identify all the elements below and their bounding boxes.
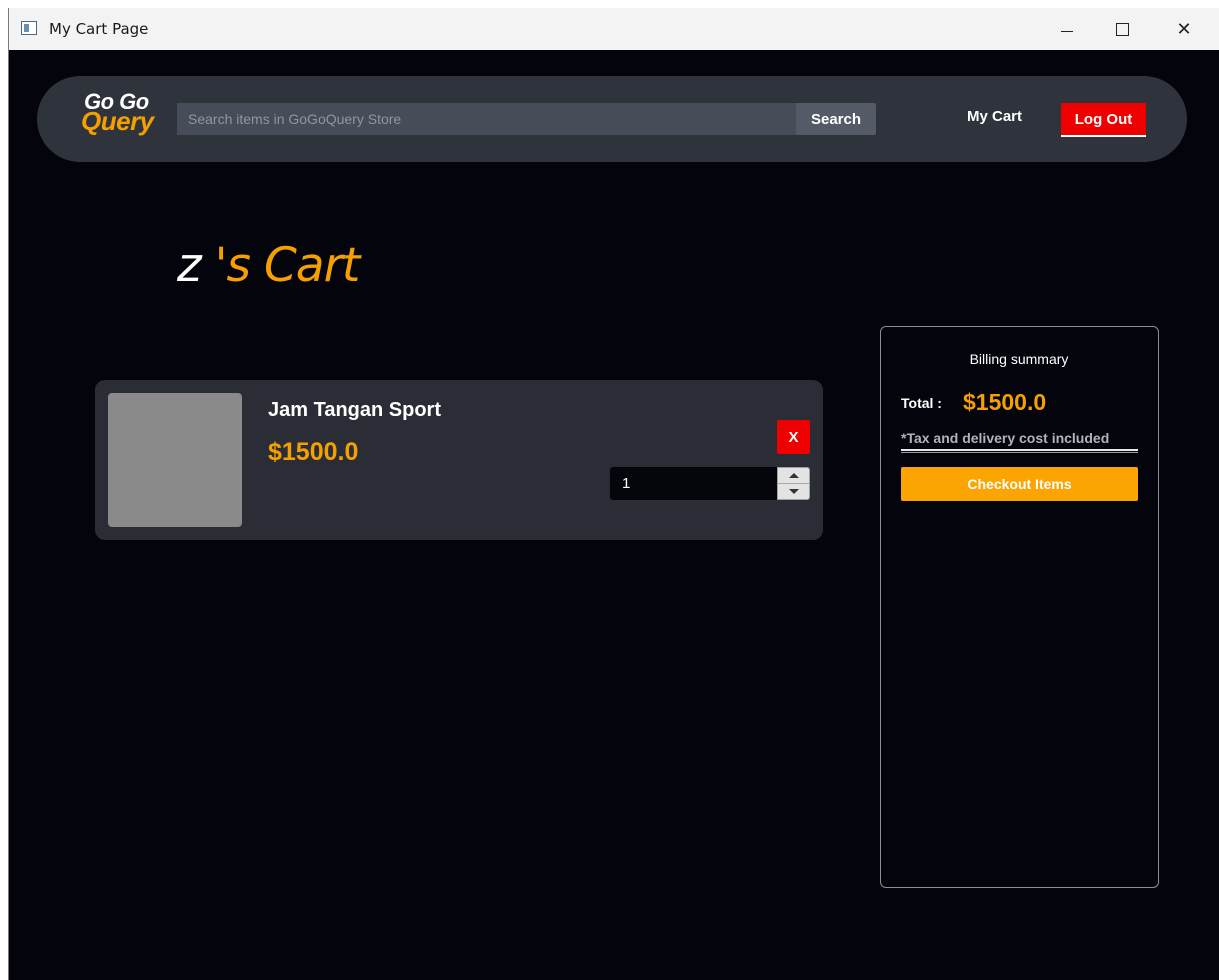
- quantity-decrement-button[interactable]: [778, 484, 809, 500]
- minimize-button[interactable]: [1039, 8, 1095, 50]
- window-title: My Cart Page: [49, 20, 149, 38]
- total-value: $1500.0: [963, 389, 1047, 415]
- billing-summary-title: Billing summary: [969, 351, 1069, 367]
- quantity-stepper: [777, 467, 810, 500]
- quantity-input[interactable]: [610, 467, 778, 500]
- cart-item-card: Jam Tangan Sport $1500.0 X: [95, 380, 823, 540]
- maximize-icon: [1115, 22, 1129, 36]
- minimize-icon: [1061, 30, 1073, 32]
- search-button[interactable]: Search: [796, 103, 876, 135]
- app-window: My Cart Page ✕ Go Go Query Search My Car…: [8, 8, 1219, 980]
- gogoquery-logo[interactable]: Go Go Query: [81, 91, 171, 141]
- maximize-button[interactable]: [1094, 8, 1150, 50]
- app-window-icon: [21, 21, 37, 35]
- page-title: z 's Cart: [177, 238, 361, 293]
- checkout-button[interactable]: Checkout Items: [901, 467, 1138, 501]
- cart-owner-name: z: [177, 238, 202, 293]
- quantity-increment-button[interactable]: [778, 468, 809, 484]
- product-price: $1500.0: [268, 438, 359, 466]
- tax-note: *Tax and delivery cost included: [901, 430, 1110, 446]
- divider: [901, 449, 1138, 453]
- my-cart-link[interactable]: My Cart: [967, 108, 1022, 125]
- close-button[interactable]: ✕: [1156, 8, 1212, 50]
- product-image-placeholder: [108, 393, 242, 527]
- logout-button[interactable]: Log Out: [1061, 103, 1146, 137]
- navbar: Go Go Query Search My Cart Log Out: [37, 76, 1187, 162]
- cart-title-suffix: 's Cart: [200, 238, 361, 293]
- remove-item-button[interactable]: X: [777, 420, 810, 454]
- total-label: Total :: [901, 395, 942, 411]
- billing-summary-panel: Billing summary Total : $1500.0 *Tax and…: [880, 326, 1159, 888]
- logo-line-2: Query: [81, 106, 154, 136]
- search-input[interactable]: [177, 103, 797, 135]
- arrow-down-icon: [788, 489, 799, 495]
- product-name: Jam Tangan Sport: [268, 399, 441, 421]
- close-icon: ✕: [1176, 18, 1192, 40]
- title-bar: My Cart Page ✕: [9, 8, 1219, 50]
- arrow-up-icon: [788, 472, 799, 478]
